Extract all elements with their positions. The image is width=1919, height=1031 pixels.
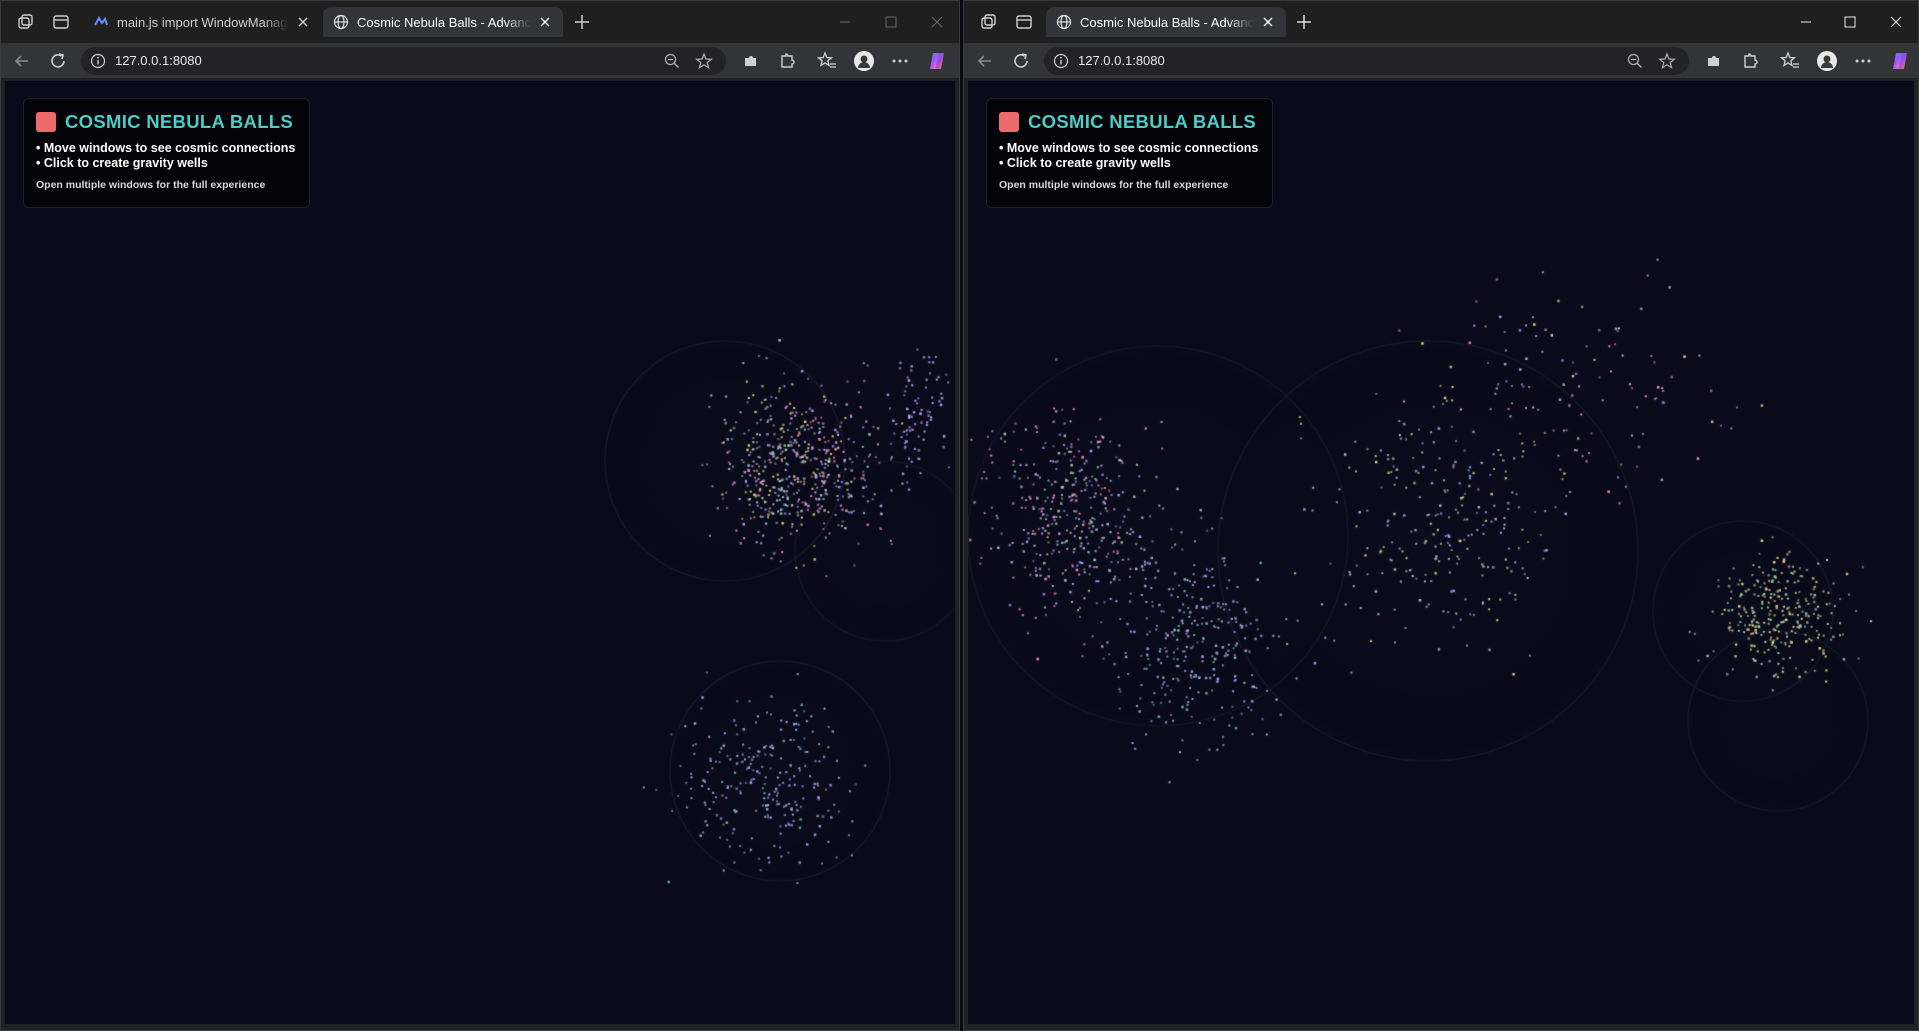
address-bar[interactable]: 127.0.0.1:8080 bbox=[81, 47, 726, 75]
favorite-star-icon[interactable] bbox=[1658, 52, 1676, 70]
close-icon[interactable] bbox=[295, 14, 311, 30]
workspaces-icon[interactable] bbox=[978, 12, 998, 32]
favorites-icon[interactable] bbox=[1779, 50, 1801, 72]
extension-puzzle-icon[interactable] bbox=[740, 50, 762, 72]
vertical-tabs-icon[interactable] bbox=[1014, 12, 1034, 32]
browser-window-left: main.js import WindowManager f Cosmic Ne… bbox=[0, 0, 960, 1031]
panel-title-text: COSMIC NEBULA BALLS bbox=[65, 111, 294, 132]
panel-footer: Open multiple windows for the full exper… bbox=[36, 179, 266, 191]
zoom-icon[interactable] bbox=[1626, 52, 1644, 70]
page-viewport[interactable]: COSMIC NEBULA BALLS • Move windows to se… bbox=[968, 81, 1914, 1024]
panel-footer: Open multiple windows for the full exper… bbox=[999, 179, 1229, 191]
panel-title: COSMIC NEBULA BALLS bbox=[999, 111, 1260, 133]
globe-icon bbox=[1056, 14, 1072, 30]
address-bar[interactable]: 127.0.0.1:8080 bbox=[1044, 47, 1689, 75]
refresh-icon[interactable] bbox=[1010, 50, 1032, 72]
info-icon[interactable] bbox=[1053, 53, 1069, 69]
back-icon[interactable] bbox=[11, 50, 33, 72]
workspaces-icon[interactable] bbox=[15, 12, 35, 32]
profile-avatar-icon[interactable] bbox=[1816, 50, 1838, 72]
more-icon[interactable] bbox=[889, 50, 911, 72]
instruction-move: • Move windows to see cosmic connections bbox=[999, 141, 1259, 155]
tab-label: Cosmic Nebula Balls - Advanced I bbox=[1080, 14, 1254, 30]
more-icon[interactable] bbox=[1852, 50, 1874, 72]
extension-puzzle-icon[interactable] bbox=[1703, 50, 1725, 72]
navigation-toolbar: 127.0.0.1:8080 bbox=[1, 43, 959, 78]
extensions-icon[interactable] bbox=[1739, 50, 1761, 72]
tab-cosmic-nebula[interactable]: Cosmic Nebula Balls - Advanced I bbox=[323, 7, 563, 37]
zoom-icon[interactable] bbox=[663, 52, 681, 70]
tab-cosmic-nebula[interactable]: Cosmic Nebula Balls - Advanced I bbox=[1046, 7, 1286, 37]
vertical-tabs-icon[interactable] bbox=[51, 12, 71, 32]
favorites-icon[interactable] bbox=[816, 50, 838, 72]
globe-icon bbox=[333, 14, 349, 30]
info-panel: COSMIC NEBULA BALLS • Move windows to se… bbox=[23, 98, 310, 208]
instruction-move: • Move windows to see cosmic connections bbox=[36, 141, 296, 155]
title-bar: main.js import WindowManager f Cosmic Ne… bbox=[1, 1, 959, 43]
page-viewport[interactable]: COSMIC NEBULA BALLS • Move windows to se… bbox=[5, 81, 955, 1024]
tab-label: Cosmic Nebula Balls - Advanced I bbox=[357, 14, 531, 30]
favorite-star-icon[interactable] bbox=[695, 52, 713, 70]
maximize-icon[interactable] bbox=[871, 9, 911, 35]
minimize-icon[interactable] bbox=[825, 9, 865, 35]
new-tab-icon[interactable] bbox=[572, 12, 592, 32]
logo-square bbox=[999, 112, 1019, 132]
back-icon[interactable] bbox=[974, 50, 996, 72]
minimize-icon[interactable] bbox=[1786, 9, 1826, 35]
info-icon[interactable] bbox=[90, 53, 106, 69]
copilot-icon[interactable] bbox=[1889, 50, 1911, 72]
url-text: 127.0.0.1:8080 bbox=[1078, 53, 1165, 68]
close-window-icon[interactable] bbox=[1876, 9, 1916, 35]
close-icon[interactable] bbox=[1260, 14, 1276, 30]
new-tab-icon[interactable] bbox=[1294, 12, 1314, 32]
panel-title: COSMIC NEBULA BALLS bbox=[36, 111, 297, 133]
close-window-icon[interactable] bbox=[917, 9, 957, 35]
refresh-icon[interactable] bbox=[47, 50, 69, 72]
editor-icon bbox=[94, 16, 108, 26]
title-bar: Cosmic Nebula Balls - Advanced I bbox=[964, 1, 1918, 43]
url-text: 127.0.0.1:8080 bbox=[115, 53, 202, 68]
profile-avatar-icon[interactable] bbox=[853, 50, 875, 72]
browser-window-right: Cosmic Nebula Balls - Advanced I 127.0.0… bbox=[963, 0, 1919, 1031]
tab-label: main.js import WindowManager f bbox=[117, 14, 289, 30]
info-panel: COSMIC NEBULA BALLS • Move windows to se… bbox=[986, 98, 1273, 208]
nebula-canvas[interactable] bbox=[968, 81, 1914, 1024]
logo-square bbox=[36, 112, 56, 132]
navigation-toolbar: 127.0.0.1:8080 bbox=[964, 43, 1918, 78]
panel-title-text: COSMIC NEBULA BALLS bbox=[1028, 111, 1257, 132]
instruction-click: • Click to create gravity wells bbox=[999, 156, 1171, 170]
tab-mainjs[interactable]: main.js import WindowManager f bbox=[83, 7, 321, 37]
nebula-canvas[interactable] bbox=[5, 81, 955, 1024]
copilot-icon[interactable] bbox=[926, 50, 948, 72]
close-icon[interactable] bbox=[537, 14, 553, 30]
extensions-icon[interactable] bbox=[776, 50, 798, 72]
maximize-icon[interactable] bbox=[1830, 9, 1870, 35]
instruction-click: • Click to create gravity wells bbox=[36, 156, 208, 170]
